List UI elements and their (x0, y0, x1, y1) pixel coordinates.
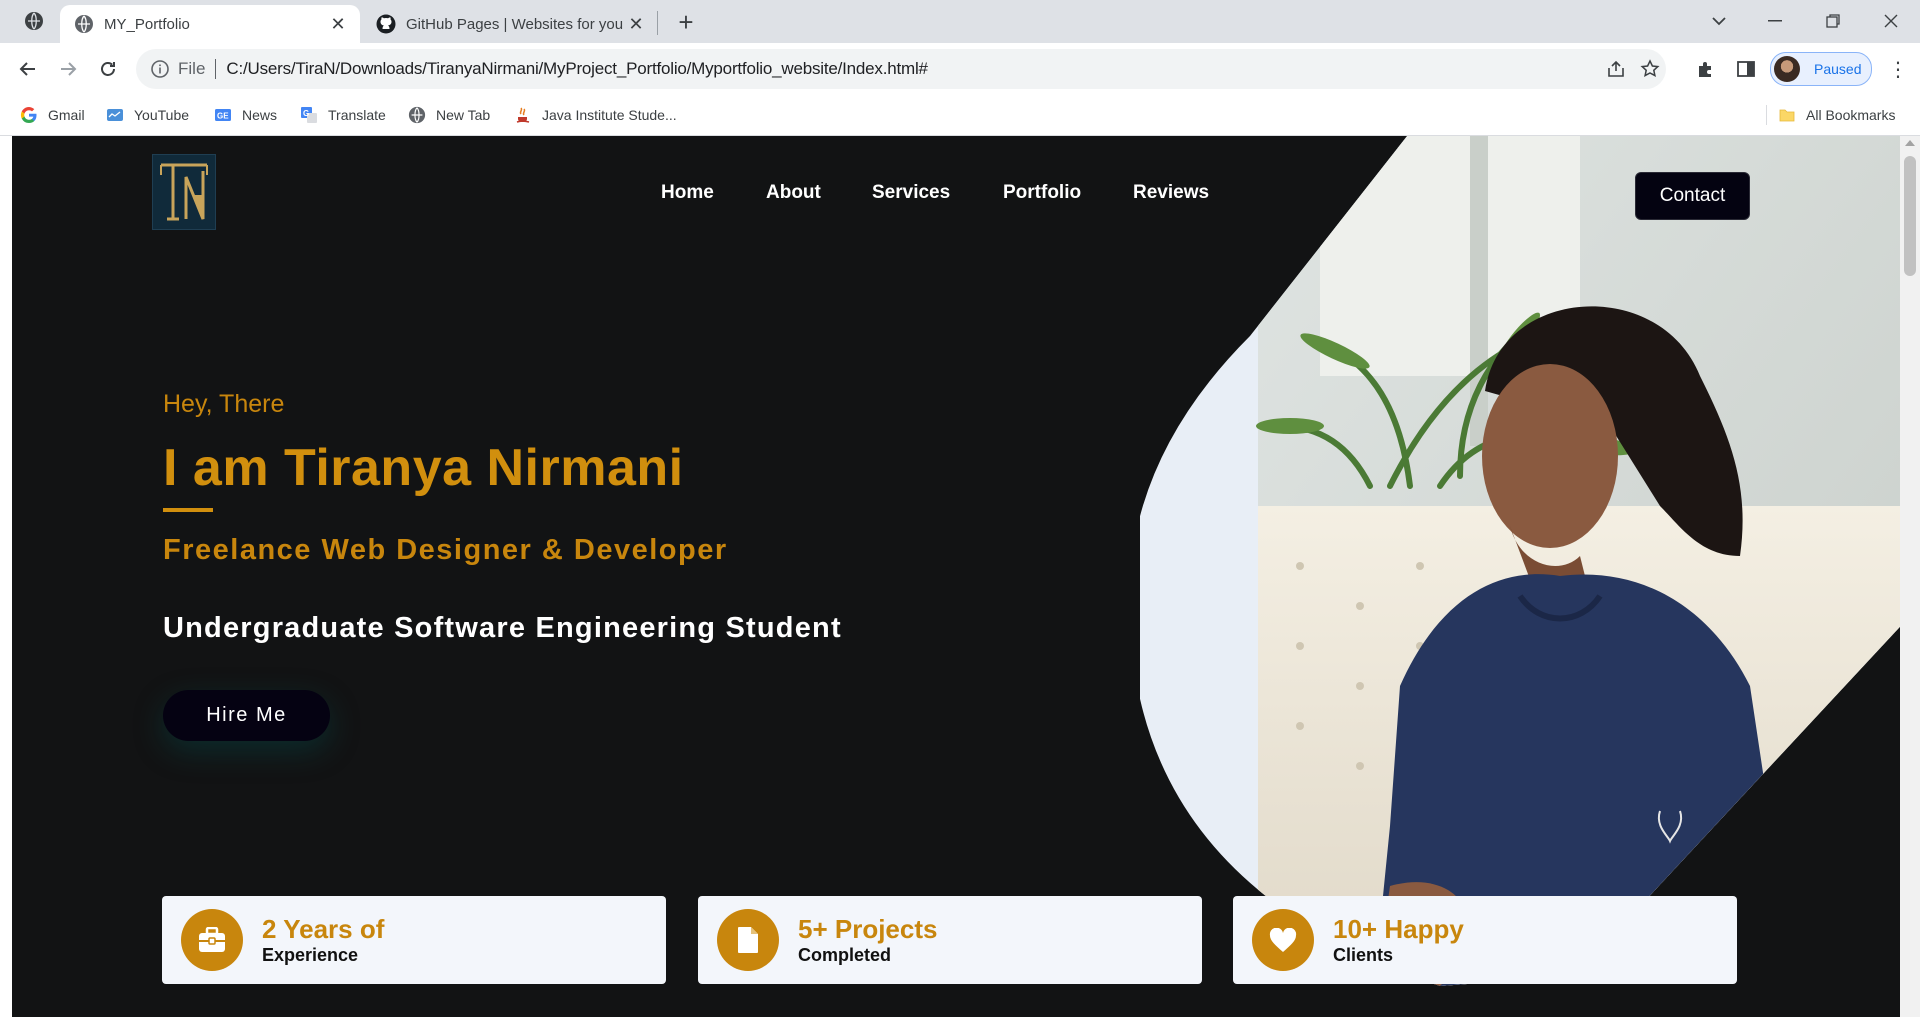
more-menu-icon[interactable]: ⋮ (1886, 57, 1910, 81)
tab-search-icon[interactable] (24, 11, 44, 31)
divider (215, 59, 217, 79)
bookmark-gmail[interactable]: Gmail (20, 104, 85, 126)
svg-text:GE: GE (217, 112, 229, 121)
hire-me-button[interactable]: Hire Me (163, 690, 330, 741)
restore-icon[interactable] (1818, 6, 1848, 36)
tab-my-portfolio[interactable]: MY_Portfolio ✕ (60, 5, 360, 43)
hero-photo (1140, 136, 1900, 1017)
globe-icon (408, 106, 426, 124)
stat-title: 2 Years of (262, 914, 385, 944)
bookmark-label: All Bookmarks (1806, 107, 1896, 123)
stat-card-projects: 5+ Projects Completed (698, 896, 1202, 984)
profile-status-label: Paused (1814, 61, 1862, 77)
profile-button[interactable]: Paused (1770, 52, 1872, 86)
bookmark-label: Translate (328, 107, 386, 123)
nav-services[interactable]: Services (872, 182, 950, 204)
heart-icon (1252, 909, 1314, 971)
hero-role: Freelance Web Designer & Developer (163, 534, 728, 566)
stat-subtitle: Experience (262, 945, 359, 965)
java-institute-icon (514, 106, 532, 124)
scrollbar-thumb[interactable] (1904, 156, 1916, 276)
tab-separator (657, 11, 658, 35)
browser-toolbar: File C:/Users/TiraN/Downloads/TiranyaNir… (0, 43, 1920, 95)
bookmark-youtube[interactable]: YouTube (106, 104, 189, 126)
hero-subtitle: Undergraduate Software Engineering Stude… (163, 612, 842, 644)
tab-strip: MY_Portfolio ✕ GitHub Pages | Websites f… (0, 0, 1920, 43)
stat-subtitle: Completed (798, 945, 892, 965)
svg-text:G: G (303, 109, 309, 118)
site-logo[interactable] (152, 154, 216, 230)
back-arrow-icon[interactable] (14, 55, 42, 83)
window-close-icon[interactable] (1876, 6, 1906, 36)
bookmark-java-institute[interactable]: Java Institute Stude... (514, 104, 677, 126)
stat-subtitle: Clients (1333, 945, 1394, 965)
bookmark-star-icon[interactable] (1638, 57, 1662, 81)
new-tab-button[interactable]: + (672, 7, 700, 37)
close-icon[interactable]: ✕ (624, 12, 648, 36)
close-icon[interactable]: ✕ (326, 12, 350, 36)
viewport-edge (0, 136, 12, 1017)
side-panel-icon[interactable] (1734, 57, 1758, 81)
tab-title: MY_Portfolio (104, 15, 190, 33)
hero-name: I am Tiranya Nirmani (163, 439, 684, 497)
tab-title: GitHub Pages | Websites for you (406, 15, 624, 33)
bookmark-label: News (242, 107, 278, 123)
scroll-up-arrow-icon[interactable] (1905, 140, 1915, 146)
url-text[interactable]: C:/Users/TiraN/Downloads/TiranyaNirmani/… (226, 59, 928, 79)
bookmark-label: YouTube (134, 107, 190, 123)
tab-github-pages[interactable]: GitHub Pages | Websites for you ✕ (362, 5, 658, 43)
info-icon[interactable] (150, 59, 170, 79)
divider (1766, 105, 1767, 125)
stat-card-clients: 10+ Happy Clients (1233, 896, 1737, 984)
name-underline (163, 508, 213, 512)
globe-icon (74, 14, 94, 34)
stat-title: 10+ Happy (1333, 914, 1464, 944)
page-viewport: Home About Services Portfolio Reviews Co… (12, 136, 1900, 1017)
folder-icon (1778, 106, 1796, 124)
bookmark-news[interactable]: GE News (214, 104, 277, 126)
bookmark-label: Java Institute Stude... (542, 107, 677, 123)
youtube-icon (106, 106, 124, 124)
bookmarks-bar: Gmail YouTube GE News G Translate New Ta… (0, 95, 1920, 136)
nav-about[interactable]: About (766, 182, 821, 204)
document-icon (717, 909, 779, 971)
page-scrollbar[interactable] (1900, 136, 1920, 1017)
hero-greeting: Hey, There (163, 390, 285, 418)
share-icon[interactable] (1604, 57, 1628, 81)
nav-portfolio[interactable]: Portfolio (1003, 182, 1081, 204)
address-bar[interactable]: File C:/Users/TiraN/Downloads/TiranyaNir… (136, 49, 1666, 89)
extensions-puzzle-icon[interactable] (1694, 57, 1718, 81)
bookmark-label: New Tab (436, 107, 491, 123)
nav-home[interactable]: Home (661, 182, 714, 204)
translate-icon: G (300, 106, 318, 124)
news-icon: GE (214, 106, 232, 124)
google-icon (20, 106, 38, 124)
briefcase-icon (181, 909, 243, 971)
bookmark-new-tab[interactable]: New Tab (408, 104, 490, 126)
avatar (1774, 56, 1800, 82)
github-icon (376, 14, 396, 34)
forward-arrow-icon[interactable] (54, 55, 82, 83)
stat-title: 5+ Projects (798, 914, 938, 944)
stat-card-experience: 2 Years of Experience (162, 896, 666, 984)
contact-button[interactable]: Contact (1635, 172, 1750, 220)
reload-icon[interactable] (94, 55, 122, 83)
minimize-icon[interactable] (1760, 6, 1790, 36)
url-scheme-label: File (178, 59, 206, 78)
tab-search-dropdown-icon[interactable] (1704, 6, 1734, 36)
all-bookmarks-button[interactable]: All Bookmarks (1778, 104, 1895, 126)
bookmark-label: Gmail (48, 107, 85, 123)
bookmark-translate[interactable]: G Translate (300, 104, 386, 126)
nav-reviews[interactable]: Reviews (1133, 182, 1209, 204)
